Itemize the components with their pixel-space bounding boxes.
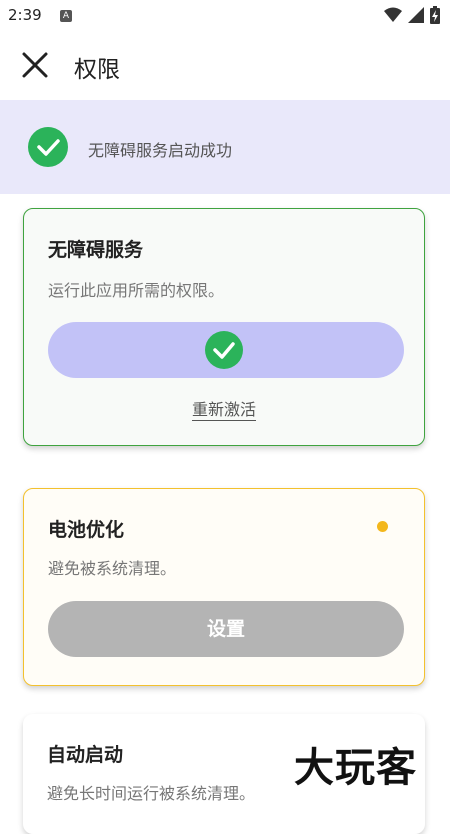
- card-description: 运行此应用所需的权限。: [48, 281, 225, 300]
- battery-optimization-card: 电池优化 避免被系统清理。 设置: [23, 488, 425, 686]
- check-circle-icon: [28, 127, 68, 167]
- battery-charging-icon: [430, 6, 440, 24]
- close-icon: [22, 52, 48, 78]
- status-icons: [384, 6, 440, 24]
- pending-status-dot: [377, 521, 388, 532]
- reactivate-label: 重新激活: [191, 400, 256, 421]
- app-bar: 权限: [0, 32, 450, 100]
- close-button[interactable]: [18, 48, 52, 82]
- watermark-logo: 大玩客: [294, 744, 417, 791]
- status-time: 2:39: [8, 6, 42, 24]
- accessibility-service-card: 无障碍服务 运行此应用所需的权限。 重新激活: [23, 208, 425, 446]
- success-banner: 无障碍服务启动成功: [0, 100, 450, 194]
- notification-badge-icon: A: [60, 10, 72, 22]
- banner-text: 无障碍服务启动成功: [88, 141, 233, 160]
- card-title: 自动启动: [47, 744, 124, 766]
- card-title: 电池优化: [48, 519, 125, 541]
- check-circle-icon: [205, 331, 243, 369]
- reactivate-link[interactable]: 重新激活: [24, 396, 424, 421]
- card-description: 避免长时间运行被系统清理。: [47, 784, 256, 803]
- card-description: 避免被系统清理。: [48, 559, 177, 578]
- signal-icon: [408, 7, 424, 23]
- card-title: 无障碍服务: [48, 239, 144, 261]
- page-title: 权限: [74, 57, 120, 83]
- status-bar: 2:39 A: [0, 0, 450, 32]
- settings-button[interactable]: 设置: [48, 601, 404, 657]
- wifi-icon: [384, 7, 402, 22]
- accessibility-granted-button[interactable]: [48, 322, 404, 378]
